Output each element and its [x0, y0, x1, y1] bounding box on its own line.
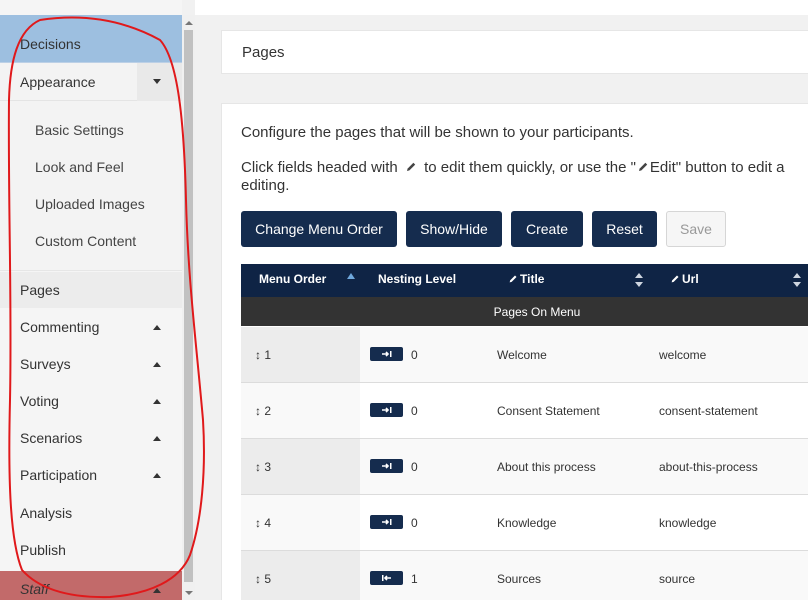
instructions-text-line2: editing.: [241, 177, 290, 194]
sidebar-subitem-basic-settings[interactable]: Basic Settings: [35, 122, 124, 138]
column-header-nesting-level[interactable]: Nesting Level: [378, 272, 456, 286]
change-menu-order-button[interactable]: Change Menu Order: [241, 211, 397, 247]
indent-button[interactable]: [370, 403, 403, 417]
nesting-level-value: 0: [411, 404, 418, 418]
row-body-cell: [360, 495, 808, 550]
table-row[interactable]: ↕ 2 0 Consent Statement consent-statemen…: [241, 383, 808, 439]
table-group-row: Pages On Menu: [241, 297, 808, 326]
drag-handle[interactable]: ↕ 1: [255, 348, 271, 362]
column-header-url[interactable]: Url: [682, 272, 699, 286]
scroll-down-icon[interactable]: [185, 591, 193, 595]
nesting-level-value: 0: [411, 348, 418, 362]
sidebar-item-label: Appearance: [20, 74, 96, 90]
sort-icon[interactable]: [635, 273, 643, 287]
sidebar-item-pages[interactable]: Pages: [20, 282, 60, 298]
sidebar-item-staff[interactable]: Staff: [0, 571, 182, 600]
sidebar-item-voting[interactable]: Voting: [20, 393, 59, 409]
show-hide-button[interactable]: Show/Hide: [406, 211, 502, 247]
table-row[interactable]: ↕ 1 0 Welcome welcome: [241, 327, 808, 383]
title-cell[interactable]: Sources: [497, 572, 541, 586]
url-cell[interactable]: consent-statement: [659, 404, 758, 418]
drag-handle[interactable]: ↕ 5: [255, 572, 271, 586]
instructions-part: to edit them quickly, or use the ": [424, 159, 636, 176]
title-cell[interactable]: Knowledge: [497, 516, 556, 530]
save-button[interactable]: Save: [666, 211, 726, 247]
row-body-cell: [360, 327, 808, 382]
url-cell[interactable]: source: [659, 572, 695, 586]
instructions-text: Click fields headed with to edit them qu…: [241, 159, 785, 176]
chevron-up-icon: [153, 362, 161, 367]
indent-icon: [382, 407, 392, 413]
intro-text: Configure the pages that will be shown t…: [241, 124, 634, 141]
chevron-up-icon: [153, 325, 161, 330]
sidebar-item-surveys[interactable]: Surveys: [20, 356, 71, 372]
drag-handle[interactable]: ↕ 3: [255, 460, 271, 474]
row-body-cell: [360, 551, 808, 600]
url-cell[interactable]: knowledge: [659, 516, 716, 530]
pencil-icon: [406, 162, 416, 171]
chevron-up-icon: [153, 399, 161, 404]
scroll-up-icon[interactable]: [185, 21, 193, 25]
group-label: Pages On Menu: [493, 305, 581, 319]
scrollbar-thumb[interactable]: [184, 30, 193, 582]
sort-icon[interactable]: [793, 273, 801, 287]
nesting-level-value: 1: [411, 572, 418, 586]
instructions-part: Edit" button to edit a: [649, 159, 785, 176]
chevron-up-icon: [153, 588, 161, 593]
create-button[interactable]: Create: [511, 211, 583, 247]
drag-handle[interactable]: ↕ 4: [255, 516, 271, 530]
page-header-card: Pages: [221, 30, 808, 74]
sidebar-item-label: Staff: [20, 581, 49, 597]
instructions-part: Click fields headed with: [241, 159, 398, 176]
chevron-up-icon: [153, 436, 161, 441]
sidebar-item-decisions[interactable]: Decisions: [0, 15, 182, 63]
menu-order-value: 4: [264, 516, 272, 530]
column-header-title[interactable]: Title: [520, 272, 544, 286]
indent-icon: [382, 519, 392, 525]
table-row[interactable]: ↕ 4 0 Knowledge knowledge: [241, 495, 808, 551]
sidebar-subitem-uploaded-images[interactable]: Uploaded Images: [35, 196, 145, 212]
url-cell[interactable]: about-this-process: [659, 460, 758, 474]
title-cell[interactable]: About this process: [497, 460, 596, 474]
pencil-icon: [509, 275, 517, 283]
reset-button[interactable]: Reset: [592, 211, 657, 247]
sort-ascending-icon[interactable]: [347, 273, 355, 279]
drag-handle[interactable]: ↕ 2: [255, 404, 271, 418]
indent-icon: [382, 463, 392, 469]
page-title: Pages: [242, 44, 285, 61]
indent-button[interactable]: [370, 347, 403, 361]
chevron-down-icon: [153, 79, 161, 84]
sidebar-item-label: Decisions: [20, 36, 81, 52]
outdent-icon: [382, 575, 391, 581]
sidebar-item-publish[interactable]: Publish: [20, 542, 66, 558]
pencil-icon: [671, 275, 679, 283]
menu-order-value: 5: [264, 572, 272, 586]
menu-order-value: 3: [264, 460, 272, 474]
indent-icon: [382, 351, 392, 357]
sidebar-subitem-look-and-feel[interactable]: Look and Feel: [35, 159, 124, 175]
chevron-up-icon: [153, 473, 161, 478]
table-row[interactable]: ↕ 3 0 About this process about-this-proc…: [241, 439, 808, 495]
top-bar: [195, 0, 808, 15]
table-row[interactable]: ↕ 5 1 Sources source: [241, 551, 808, 600]
sidebar-top: [0, 0, 182, 15]
sidebar-item-participation[interactable]: Participation: [20, 467, 97, 483]
sidebar-item-commenting[interactable]: Commenting: [20, 319, 99, 335]
sidebar: Decisions Appearance Basic Settings Look…: [0, 0, 182, 600]
outdent-button[interactable]: [370, 571, 403, 585]
column-header-menu-order[interactable]: Menu Order: [259, 272, 326, 286]
sidebar-subitem-custom-content[interactable]: Custom Content: [35, 233, 136, 249]
url-cell[interactable]: welcome: [659, 348, 706, 362]
nesting-level-value: 0: [411, 460, 418, 474]
title-cell[interactable]: Welcome: [497, 348, 547, 362]
indent-button[interactable]: [370, 459, 403, 473]
sidebar-item-analysis[interactable]: Analysis: [20, 505, 72, 521]
menu-order-value: 1: [264, 348, 272, 362]
title-cell[interactable]: Consent Statement: [497, 404, 600, 418]
indent-button[interactable]: [370, 515, 403, 529]
menu-order-value: 2: [264, 404, 272, 418]
nesting-level-value: 0: [411, 516, 418, 530]
pencil-icon: [638, 162, 648, 171]
sidebar-item-scenarios[interactable]: Scenarios: [20, 430, 82, 446]
